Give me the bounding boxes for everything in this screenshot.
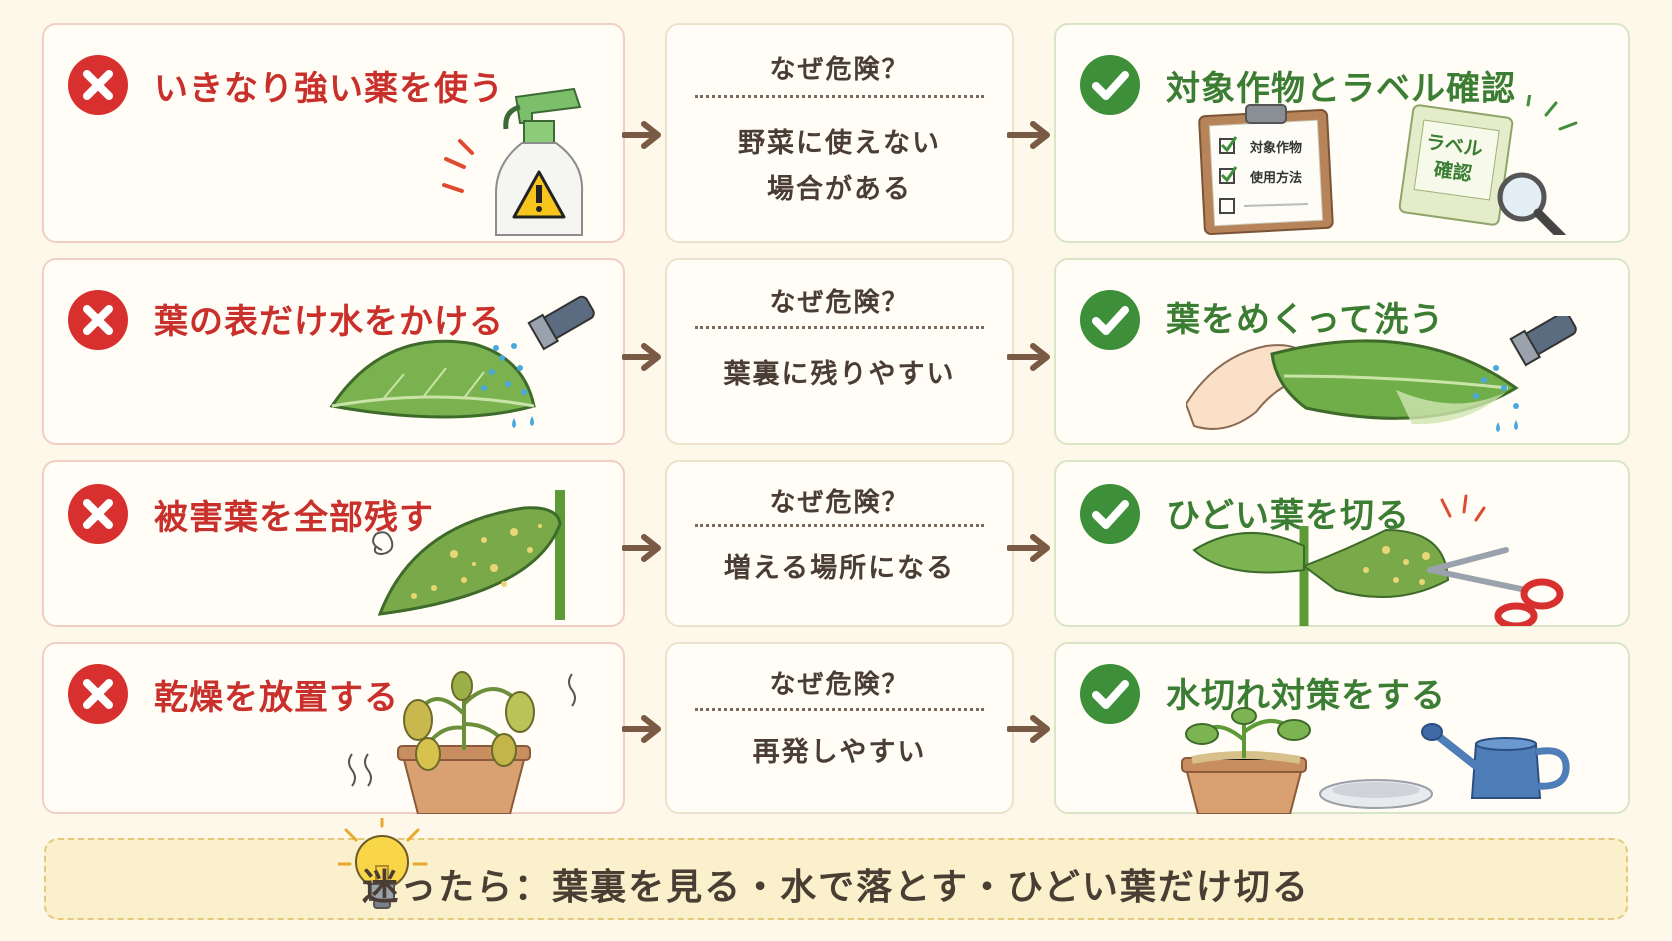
arrow-right-icon: [622, 121, 661, 149]
damaged-leaf-icon: [372, 490, 565, 620]
why-label: なぜ危険？: [769, 488, 910, 518]
arrow-right-icon: [622, 715, 661, 743]
arrow-right-icon: [1007, 121, 1050, 149]
check-circle-icon: [1080, 290, 1140, 350]
fix-card-3: ひどい葉を切る: [1054, 460, 1630, 627]
fix-card-4: 水切れ対策をする: [1054, 642, 1630, 814]
why-card-4: なぜ危険？ 再発しやすい: [665, 642, 1014, 814]
check-circle-icon: [1080, 484, 1140, 544]
mistake-card-3: 被害葉を全部残す: [42, 460, 625, 627]
mistake-card-2: 葉の表だけ水をかける: [42, 258, 625, 445]
tip-text: 迷ったら：葉裏を見る・水で落とす・ひどい葉だけ切る: [362, 867, 1310, 908]
checklist-item-1: 対象作物: [1250, 141, 1303, 156]
fix-card-2: 葉をめくって洗う: [1054, 258, 1630, 445]
why-card-2: なぜ危険？ 葉裏に残りやすい: [665, 258, 1014, 445]
clipboard-checklist-icon: 対象作物 使用方法: [1198, 103, 1338, 238]
dotted-divider: [695, 95, 984, 98]
why-reason-line-1: 葉裏に残りやすい: [723, 359, 956, 390]
dotted-divider: [695, 524, 984, 527]
leaf-spray-icon: [329, 295, 595, 428]
why-reason-line-1: 再発しやすい: [752, 737, 927, 768]
arrow-right-icon: [622, 343, 661, 371]
why-label: なぜ危険？: [769, 670, 910, 700]
wilted-plant-icon: [348, 671, 576, 814]
why-card-1: なぜ危険？ 野菜に使えない 場合がある: [665, 23, 1014, 243]
plant-scissors-icon: [1192, 494, 1564, 626]
arrow-right-icon: [1007, 343, 1050, 371]
why-label: なぜ危険？: [769, 55, 910, 85]
why-reason-line-1: 野菜に使えない: [738, 128, 941, 159]
why-label: なぜ危険？: [769, 288, 910, 318]
spray-bottle-icon: [442, 87, 584, 236]
x-circle-icon: [68, 664, 128, 724]
label-text-2: 確認: [1432, 158, 1474, 186]
x-circle-icon: [68, 484, 128, 544]
x-circle-icon: [68, 290, 128, 350]
checklist-item-2: 使用方法: [1250, 171, 1303, 186]
hand-wash-leaf-icon: [1186, 316, 1577, 432]
label-package-icon: ラベル 確認: [1396, 95, 1586, 235]
arrow-right-icon: [622, 534, 661, 562]
x-circle-icon: [68, 55, 128, 115]
tip-banner: 迷ったら：葉裏を見る・水で落とす・ひどい葉だけ切る: [44, 818, 1628, 920]
watering-plant-icon: [1181, 707, 1570, 814]
arrow-right-icon: [1007, 715, 1050, 743]
fix-card-1: 対象作物とラベル確認 対象作物 使用方法 ラベル 確認: [1054, 23, 1630, 243]
arrow-right-icon: [1007, 534, 1050, 562]
check-circle-icon: [1080, 664, 1140, 724]
dotted-divider: [695, 708, 984, 711]
check-circle-icon: [1080, 55, 1140, 115]
why-reason-line-1: 増える場所になる: [723, 553, 956, 584]
dotted-divider: [695, 326, 984, 329]
why-card-3: なぜ危険？ 増える場所になる: [665, 460, 1014, 627]
why-reason-line-2: 場合がある: [767, 174, 912, 205]
mistake-card-4: 乾燥を放置する: [42, 642, 625, 814]
mistake-card-1: いきなり強い薬を使う: [42, 23, 625, 243]
